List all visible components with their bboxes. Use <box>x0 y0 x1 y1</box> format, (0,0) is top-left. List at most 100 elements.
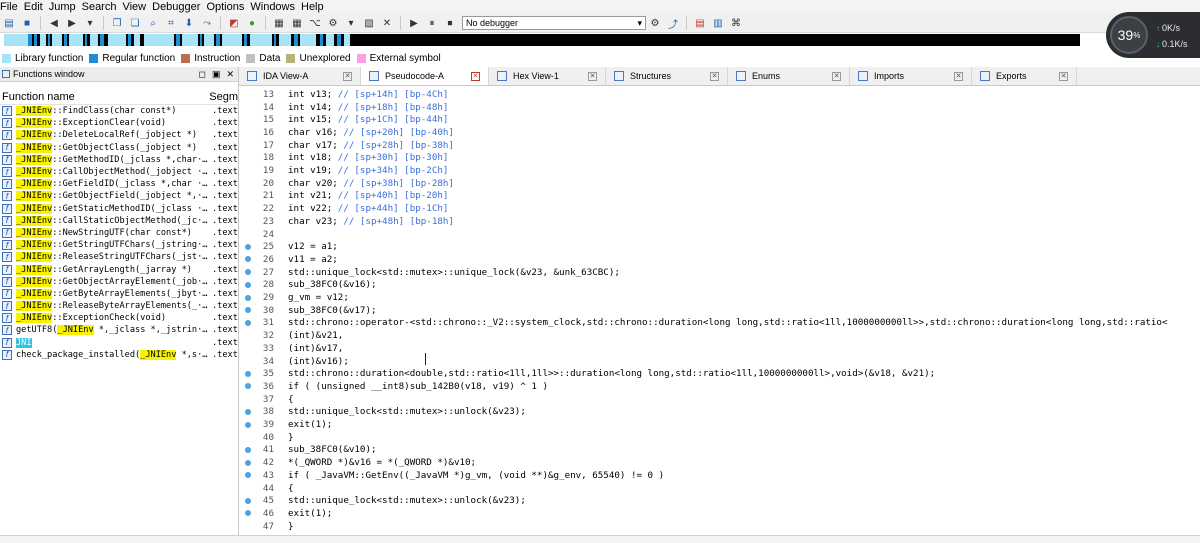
tab-imports[interactable]: Imports ✕ <box>850 67 972 85</box>
function-row[interactable]: f check_package_installed(_JNIEnv *,s···.… <box>0 349 238 361</box>
back-icon[interactable]: ◀ <box>47 16 61 30</box>
function-row[interactable]: f getUTF8(_JNIEnv *,_jclass *,_jstrin···.… <box>0 324 238 336</box>
menu-edit[interactable]: Edit <box>24 0 49 14</box>
bytes-icon[interactable]: ▦ <box>290 16 304 30</box>
function-row[interactable]: f _JNIEnv::ExceptionCheck(void) .text <box>0 312 238 324</box>
function-segment: .text <box>212 264 238 275</box>
tab-close-icon[interactable]: ✕ <box>343 71 352 81</box>
function-row[interactable]: f _JNIEnv::FindClass(char const*) .text <box>0 105 238 117</box>
jump-icon[interactable]: ⤳ <box>200 16 214 30</box>
column-function-name[interactable]: Function name <box>0 91 209 103</box>
debugger-select[interactable]: No debugger ▾ <box>462 16 646 30</box>
menu-file[interactable]: File <box>0 0 24 14</box>
tab-close-icon[interactable]: ✕ <box>710 71 719 81</box>
code-icon[interactable]: ⌥ <box>308 16 322 30</box>
navigation-band[interactable] <box>4 34 1080 46</box>
tab-exports[interactable]: Exports ✕ <box>972 67 1077 85</box>
function-row[interactable]: f _JNIEnv::GetFieldID(_jclass *,char ···.… <box>0 178 238 190</box>
code-text: (int)&v17, <box>288 343 343 354</box>
tab-close-icon[interactable]: ✕ <box>954 71 963 81</box>
line-number: 35 <box>262 368 274 380</box>
restore-icon[interactable]: ◻ <box>198 67 205 81</box>
function-row[interactable]: f _JNIEnv::NewStringUTF(char const*) .text <box>0 227 238 239</box>
paste-icon[interactable]: ❏ <box>128 16 142 30</box>
start-process-icon[interactable]: ▶ <box>407 16 421 30</box>
function-row[interactable]: f _JNIEnv::GetObjectClass(_jobject *) .tex… <box>0 142 238 154</box>
function-row[interactable]: f _JNIEnv::ReleaseStringUTFChars(_jst···.… <box>0 251 238 263</box>
run-green-icon[interactable]: ● <box>245 16 259 30</box>
chevron-down-icon: ▾ <box>637 17 642 28</box>
menu-debugger[interactable]: Debugger <box>152 0 206 14</box>
call-graph-icon[interactable]: ▥ <box>711 16 725 30</box>
graph-icon[interactable]: ◩ <box>227 16 241 30</box>
pause-icon[interactable]: ⏸ <box>425 16 439 30</box>
function-row[interactable]: f _JNIEnv::GetStaticMethodID(_jclass ···.… <box>0 203 238 215</box>
menu-windows[interactable]: Windows <box>250 0 301 14</box>
function-row[interactable]: f _JNIEnv::GetObjectField(_jobject *,···.… <box>0 190 238 202</box>
down-arrow-icon[interactable]: ⬇ <box>182 16 196 30</box>
hex-icon[interactable]: ▦ <box>272 16 286 30</box>
code-text: { <box>288 394 294 405</box>
tab-close-icon[interactable]: ✕ <box>471 71 480 81</box>
data-icon[interactable]: ▧ <box>362 16 376 30</box>
tab-close-icon[interactable]: ✕ <box>832 71 841 81</box>
function-name-rest: ::ReleaseStringUTFChars(_jst··· <box>52 252 212 263</box>
stop-icon[interactable]: ⏹ <box>443 16 457 30</box>
open-icon[interactable]: ▤ <box>2 16 16 30</box>
line-number: 29 <box>262 292 274 304</box>
tab-enums[interactable]: Enums ✕ <box>728 67 850 85</box>
attach-icon[interactable]: ⤴ <box>666 16 680 31</box>
tab-label: Hex View-1 <box>513 71 559 81</box>
column-segment[interactable]: Segm <box>209 91 238 103</box>
tab-ida-view-a[interactable]: IDA View-A ✕ <box>239 67 361 85</box>
tab-hex-view-1[interactable]: Hex View-1 ✕ <box>489 67 606 85</box>
code-statement: { <box>288 393 294 405</box>
function-icon: f <box>2 240 12 251</box>
function-name-rest: ::GetStringUTFChars(_jstring··· <box>52 240 212 251</box>
function-row[interactable]: f _JNIEnv::GetStringUTFChars(_jstring···.… <box>0 239 238 251</box>
function-name-highlight: _JNIEnv <box>16 106 53 117</box>
function-row[interactable]: f _JNIEnv::CallStaticObjectMethod(_jc···.… <box>0 215 238 227</box>
legend-item: Regular function <box>89 53 175 64</box>
copy-icon[interactable]: ❐ <box>110 16 124 30</box>
pseudocode-view[interactable]: 13 int v13; // [sp+14h] [bp-4Ch] 14 int v14… <box>239 86 1200 542</box>
menu-view[interactable]: View <box>122 0 152 14</box>
menu-search[interactable]: Search <box>82 0 123 14</box>
script-icon[interactable]: ⌘ <box>729 16 743 30</box>
tab-close-icon[interactable]: ✕ <box>588 71 597 81</box>
menu-help[interactable]: Help <box>301 0 330 14</box>
flow-chart-icon[interactable]: ▤ <box>693 16 707 30</box>
function-row[interactable]: f _JNIEnv::ReleaseByteArrayElements(_···.… <box>0 300 238 312</box>
code-statement: char v17; <box>288 139 344 151</box>
line-number: 47 <box>262 520 274 532</box>
function-row[interactable]: f _JNIEnv::DeleteLocalRef(_jobject *) .tex… <box>0 129 238 141</box>
code-comment: // [sp+40h] [bp-20h] <box>337 190 449 202</box>
function-segment: .text <box>212 252 238 263</box>
close-icon[interactable]: ✕ <box>226 67 234 81</box>
function-segment: .text <box>212 167 238 178</box>
function-row[interactable]: f _JNIEnv::GetByteArrayElements(_jbyt···.… <box>0 288 238 300</box>
float-icon[interactable]: ▣ <box>212 67 221 81</box>
function-row[interactable]: f _JNIEnv::GetMethodID(_jclass *,char···.… <box>0 154 238 166</box>
struct-icon[interactable]: ⚙ <box>326 16 340 30</box>
undefine-icon[interactable]: ✕ <box>380 16 394 30</box>
nav-dropdown-icon[interactable]: ▾ <box>83 16 97 30</box>
function-row[interactable]: f _JNIEnv::GetObjectArrayElement(_job···.… <box>0 276 238 288</box>
function-row[interactable]: f JNI .text <box>0 337 238 349</box>
tab-structures[interactable]: Structures ✕ <box>606 67 728 85</box>
menu-jump[interactable]: Jump <box>49 0 82 14</box>
function-row[interactable]: f _JNIEnv::CallObjectMethod(_jobject ···.… <box>0 166 238 178</box>
tab-pseudocode-a[interactable]: Pseudocode-A ✕ <box>361 67 489 85</box>
dropdown-icon[interactable]: ▾ <box>344 16 358 30</box>
debugger-options-icon[interactable]: ⚙ <box>648 16 662 30</box>
function-row[interactable]: f _JNIEnv::GetArrayLength(_jarray *) .text <box>0 263 238 275</box>
search-text-icon[interactable]: ⌗ <box>164 16 178 30</box>
tab-label: IDA View-A <box>263 71 309 81</box>
search-binary-icon[interactable]: ⌕ <box>146 16 160 30</box>
save-icon[interactable]: ■ <box>20 16 34 30</box>
tab-close-icon[interactable]: ✕ <box>1059 71 1068 81</box>
function-row[interactable]: f _JNIEnv::ExceptionClear(void) .text <box>0 117 238 129</box>
legend-swatch <box>89 53 99 63</box>
menu-options[interactable]: Options <box>206 0 250 14</box>
forward-icon[interactable]: ▶ <box>65 16 79 30</box>
